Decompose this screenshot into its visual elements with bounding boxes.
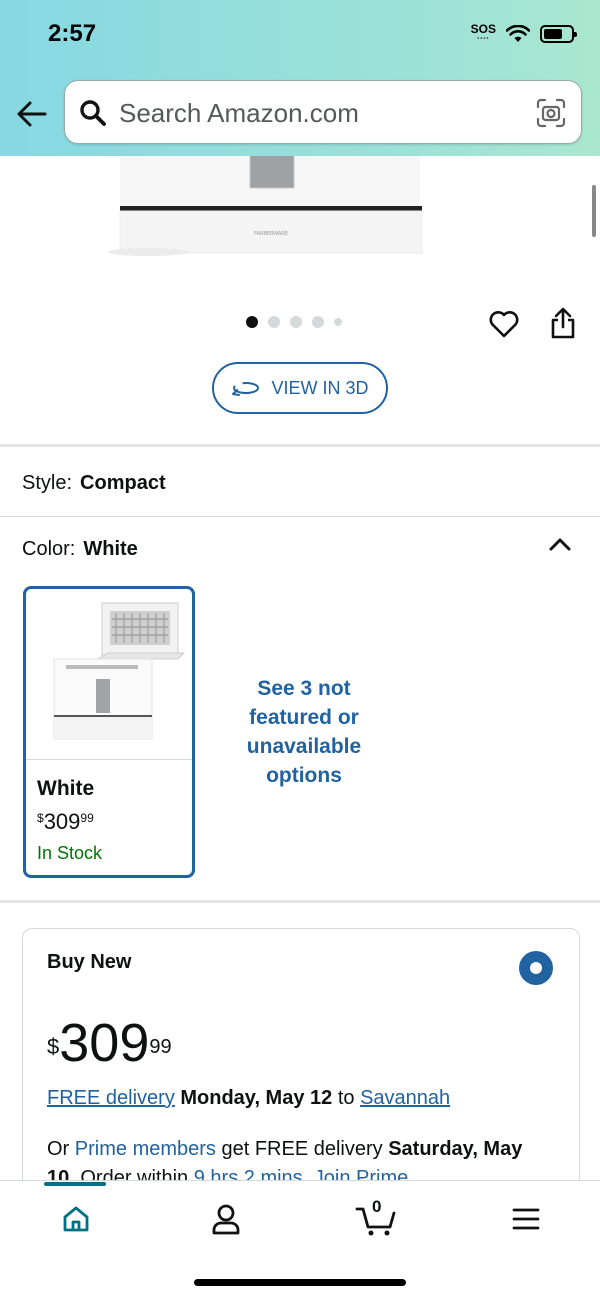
section-divider — [0, 900, 600, 903]
product-image[interactable]: FARBERWARE — [88, 150, 428, 258]
option-price: $30999 — [37, 809, 94, 835]
option-availability: In Stock — [37, 843, 103, 863]
color-value: White — [83, 538, 138, 560]
carousel-dot[interactable] — [290, 316, 302, 328]
share-button[interactable] — [548, 306, 578, 340]
status-icons: SOS •••• — [470, 22, 577, 44]
menu-icon — [512, 1208, 540, 1230]
color-selector[interactable]: Color: White — [22, 538, 138, 561]
buy-new-radio[interactable] — [519, 951, 553, 985]
nav-menu-button[interactable] — [506, 1199, 546, 1239]
option-price-fraction: 99 — [80, 811, 94, 825]
status-time: 2:57 — [48, 20, 97, 47]
camera-icon[interactable] — [535, 97, 567, 129]
style-label: Style: — [22, 472, 73, 494]
bottom-navigation: 0 — [0, 1180, 600, 1299]
prime-members-link[interactable]: Prime members — [75, 1138, 216, 1160]
delivery-info: FREE delivery Monday, May 12 to Savannah — [47, 1087, 450, 1110]
sos-indicator: SOS •••• — [470, 22, 496, 44]
delivery-location-link[interactable]: Savannah — [360, 1087, 450, 1109]
share-icon — [551, 307, 575, 339]
home-icon — [63, 1206, 89, 1232]
carousel-dot[interactable] — [246, 316, 258, 328]
home-indicator[interactable] — [194, 1279, 406, 1286]
buy-price: $30999 — [47, 1015, 172, 1071]
page-scrollbar[interactable] — [592, 185, 596, 237]
sos-label: SOS — [470, 22, 496, 36]
carousel-dots[interactable] — [246, 316, 342, 328]
buy-price-whole: 309 — [59, 1013, 150, 1073]
option-thumbnail — [53, 602, 186, 740]
top-header: 2:57 SOS •••• — [0, 0, 600, 156]
view-in-3d-label: VIEW IN 3D — [271, 377, 369, 398]
account-icon — [212, 1204, 240, 1235]
nav-cart-button[interactable]: 0 — [352, 1197, 400, 1239]
carousel-dot[interactable] — [334, 318, 342, 326]
color-label: Color: — [22, 538, 76, 560]
chevron-up-icon[interactable] — [546, 532, 574, 556]
heart-icon — [489, 311, 519, 338]
style-selector: Style: Compact — [22, 472, 166, 495]
search-bar[interactable] — [64, 80, 582, 144]
carousel-dot[interactable] — [312, 316, 324, 328]
free-delivery-link[interactable]: FREE delivery — [47, 1087, 175, 1109]
wishlist-button[interactable] — [488, 308, 520, 340]
delivery-date: Monday, May 12 — [180, 1087, 333, 1109]
cart-count: 0 — [372, 1197, 382, 1216]
wifi-icon — [506, 25, 530, 42]
brand-logo: FARBERWARE — [254, 231, 288, 237]
buy-new-title: Buy New — [47, 951, 132, 973]
search-icon — [80, 100, 106, 126]
option-price-whole: 309 — [43, 809, 81, 834]
signal-dots: •••• — [477, 36, 490, 42]
delivery-to: to — [337, 1087, 355, 1109]
color-option-white[interactable]: White $30999 In Stock — [23, 586, 195, 878]
option-divider — [26, 759, 192, 760]
prime-prefix: Or — [47, 1138, 70, 1160]
prime-text: get FREE delivery — [221, 1138, 383, 1160]
section-divider — [0, 444, 600, 447]
option-price-currency: $ — [37, 811, 44, 825]
rotate-3d-icon — [232, 382, 260, 396]
option-name: White — [37, 777, 95, 800]
see-more-options-link[interactable]: See 3 not featured or unavailable option… — [224, 674, 384, 790]
carousel-dot[interactable] — [268, 316, 280, 328]
back-button[interactable] — [14, 96, 50, 132]
search-input[interactable] — [119, 95, 519, 131]
nav-account-button[interactable] — [206, 1199, 246, 1239]
style-value: Compact — [80, 472, 166, 494]
buy-price-currency: $ — [47, 1034, 60, 1059]
battery-icon — [540, 25, 577, 43]
view-in-3d-button[interactable]: VIEW IN 3D — [212, 362, 388, 414]
buy-price-fraction: 99 — [149, 1036, 172, 1058]
back-arrow-icon — [17, 101, 47, 127]
active-tab-indicator — [44, 1182, 106, 1186]
section-divider — [0, 516, 600, 517]
nav-home-button[interactable] — [56, 1199, 96, 1239]
